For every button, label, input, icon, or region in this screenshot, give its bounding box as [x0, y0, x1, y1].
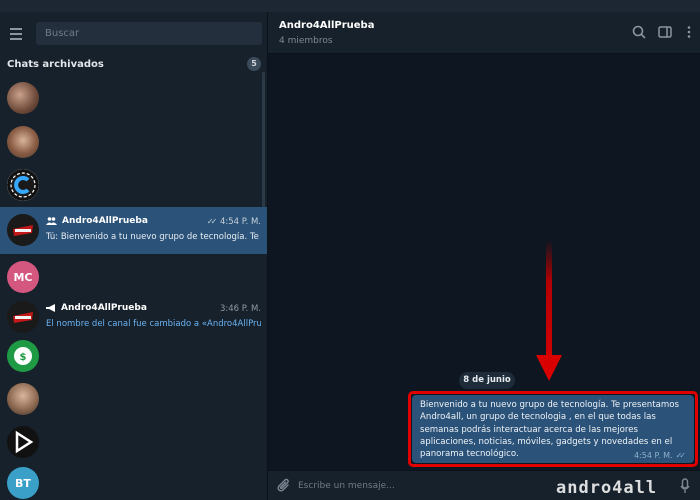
annotation-arrow-shaft — [546, 240, 552, 360]
window-top-bar — [0, 0, 700, 12]
sidebar-toggle-icon[interactable] — [658, 25, 672, 39]
play-logo-icon — [15, 430, 34, 454]
chat-title: Andro4AllPrueba — [46, 216, 148, 226]
chat-time-text: 4:54 P. M. — [219, 217, 261, 227]
chat-header-title[interactable]: Andro4AllPrueba — [279, 20, 374, 31]
date-separator: 8 de junio — [459, 372, 515, 389]
more-options-icon[interactable] — [682, 25, 696, 39]
chat-avatar — [7, 301, 39, 333]
c-logo-icon — [7, 169, 39, 201]
chat-header: Andro4AllPrueba 4 miembros — [268, 12, 700, 54]
hamburger-menu-icon[interactable] — [10, 28, 26, 40]
message-bubble[interactable]: Bienvenido a tu nuevo grupo de tecnologí… — [412, 395, 694, 463]
microphone-icon[interactable] — [680, 478, 690, 494]
andro4all-logo-icon — [7, 301, 39, 333]
message-time-text: 4:54 P. M. — [633, 451, 673, 460]
megaphone-icon — [46, 304, 55, 312]
search-input[interactable] — [36, 22, 262, 45]
archived-avatar-2[interactable] — [7, 126, 39, 158]
svg-text:$: $ — [20, 352, 27, 363]
chat-avatar — [7, 214, 39, 246]
chat-header-subtitle: 4 miembros — [279, 36, 333, 46]
message-time: 4:54 P. M. ✓✓ — [634, 451, 686, 460]
double-check-icon: ✓✓ — [206, 217, 218, 226]
chat-item-andro4allprueba-group[interactable]: Andro4AllPrueba ✓✓ 4:54 P. M. Tú: Bienve… — [0, 207, 267, 254]
archived-avatar-play[interactable] — [7, 426, 39, 458]
chat-preview: Tú: Bienvenido a tu nuevo grupo de tecno… — [46, 232, 261, 242]
archived-avatar-photo[interactable] — [7, 383, 39, 415]
andro4all-logo-icon — [7, 214, 39, 246]
chat-item-andro4allprueba-channel[interactable]: Andro4AllPrueba 3:46 P. M. El nombre del… — [0, 294, 267, 341]
chat-title-text: Andro4AllPrueba — [61, 303, 147, 313]
sidebar-scrollbar[interactable] — [262, 72, 265, 212]
search-icon[interactable] — [632, 25, 646, 39]
archived-avatar-1[interactable] — [7, 82, 39, 114]
paperclip-icon[interactable] — [277, 478, 291, 494]
chat-preview: El nombre del canal fue cambiado a «Andr… — [46, 319, 261, 329]
archived-avatar-ganadora[interactable]: $ — [7, 340, 39, 372]
chat-time: 3:46 P. M. — [219, 304, 261, 314]
double-check-icon: ✓✓ — [675, 451, 687, 460]
archived-count-badge: 5 — [247, 57, 261, 71]
group-icon — [46, 217, 57, 225]
archived-avatar-3[interactable] — [7, 169, 39, 201]
chat-avatar-initials[interactable]: BT — [7, 467, 39, 499]
chat-title: Andro4AllPrueba — [46, 303, 147, 313]
chat-avatar-initials: MC — [7, 261, 39, 293]
watermark-logo: andro4all — [556, 478, 658, 498]
annotation-arrow-head-icon — [536, 355, 562, 381]
sidebar: Chats archivados 5 Andro4AllPrueba ✓✓ 4:… — [0, 12, 268, 500]
archived-chats-title: Chats archivados — [7, 59, 104, 70]
money-logo-icon: $ — [10, 343, 36, 369]
chat-time: ✓✓ 4:54 P. M. — [207, 217, 261, 227]
archived-chats-header[interactable]: Chats archivados 5 — [0, 56, 267, 78]
chat-title-text: Andro4AllPrueba — [62, 216, 148, 226]
